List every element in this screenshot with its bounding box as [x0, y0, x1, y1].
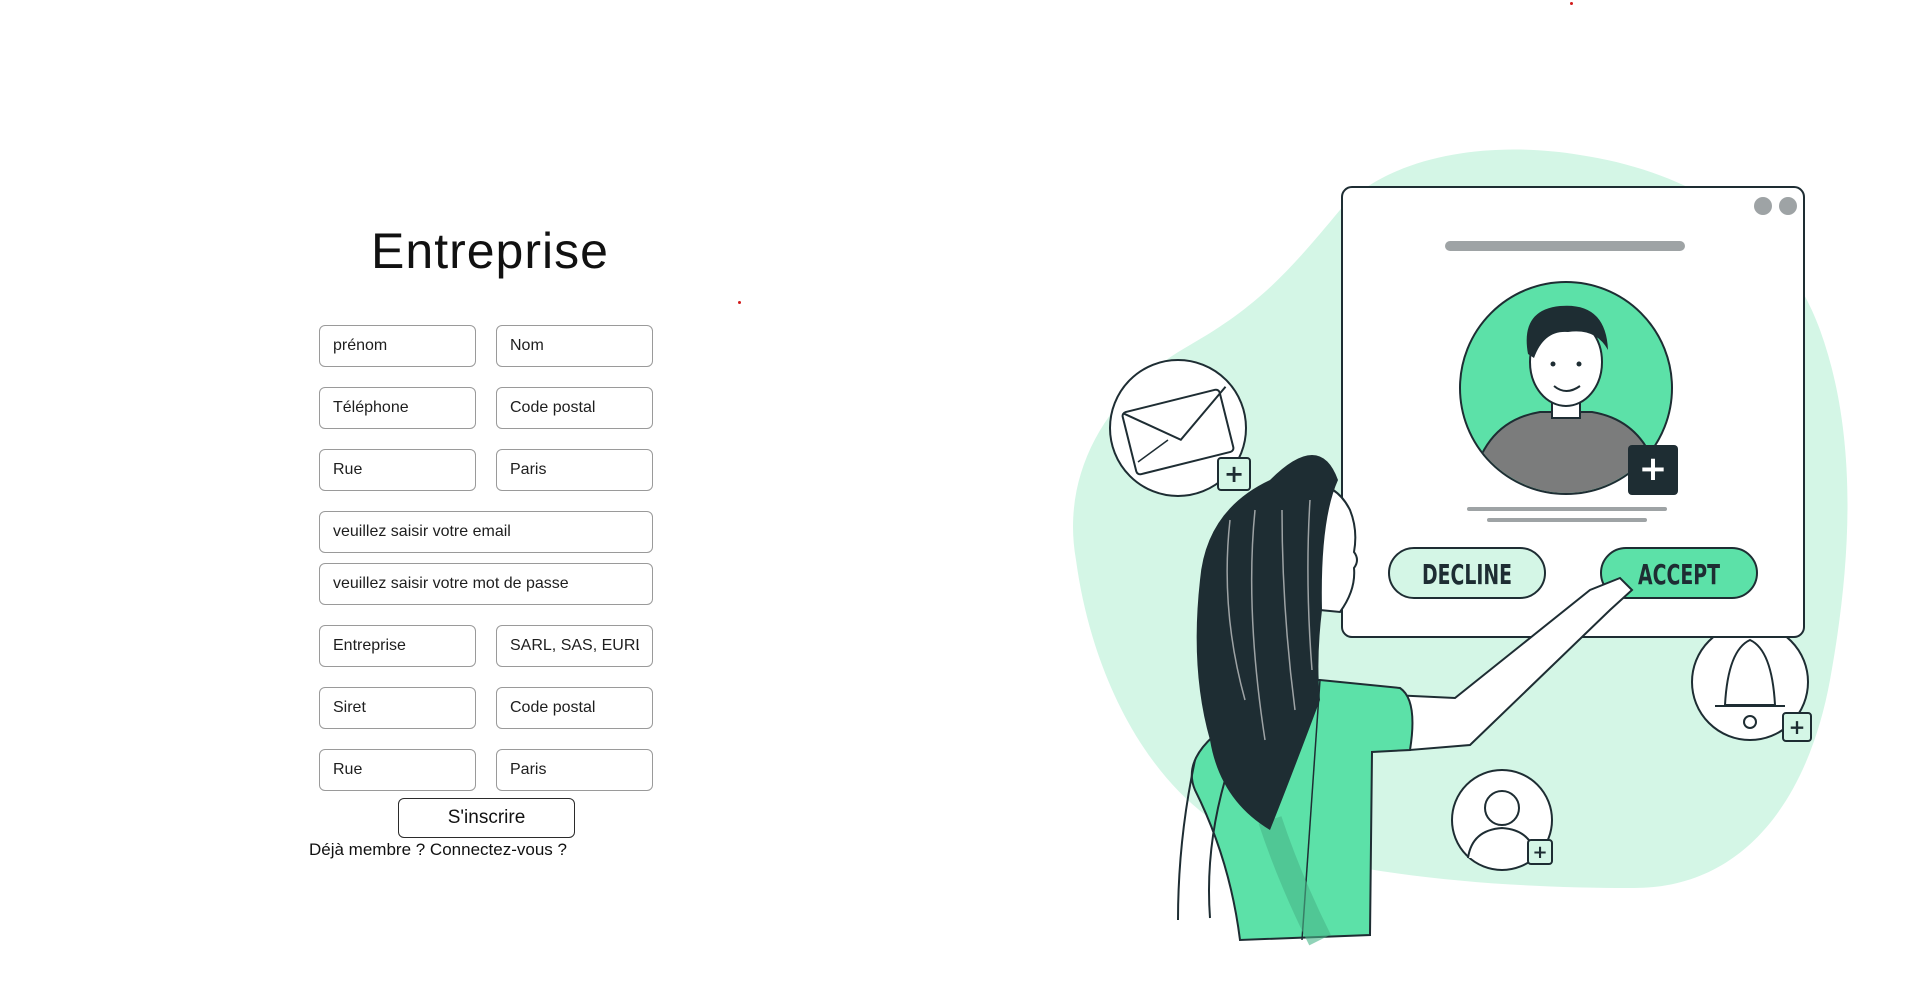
- city-input[interactable]: [496, 449, 653, 491]
- login-link[interactable]: Déjà membre ? Connectez-vous ?: [309, 840, 593, 860]
- company-street-input[interactable]: [319, 749, 476, 791]
- stray-dot: [1570, 2, 1573, 5]
- siret-input[interactable]: [319, 687, 476, 729]
- signup-button[interactable]: S'inscrire: [398, 798, 575, 838]
- legal-form-input[interactable]: [496, 625, 653, 667]
- company-name-input[interactable]: [319, 625, 476, 667]
- stray-dot: [738, 301, 741, 304]
- svg-text:+: +: [1532, 842, 1547, 863]
- email-input[interactable]: [319, 511, 653, 553]
- user-icon: +: [1451, 769, 1553, 871]
- svg-text:+: +: [1224, 460, 1244, 488]
- profile-card-window: + DECLINE ACCEPT: [1341, 186, 1805, 638]
- svg-text:+: +: [1789, 715, 1806, 739]
- password-input[interactable]: [319, 563, 653, 605]
- phone-input[interactable]: [319, 387, 476, 429]
- decline-label: DECLINE: [1422, 558, 1512, 591]
- postal-code-input[interactable]: [496, 387, 653, 429]
- company-city-input[interactable]: [496, 749, 653, 791]
- friend-request-illustration: + + + + DECLINE ACCEPT: [1073, 149, 1848, 946]
- decline-button: DECLINE: [1388, 547, 1546, 599]
- lastname-input[interactable]: [496, 325, 653, 367]
- company-postal-code-input[interactable]: [496, 687, 653, 729]
- page-title: Entreprise: [371, 223, 609, 279]
- street-input[interactable]: [319, 449, 476, 491]
- firstname-input[interactable]: [319, 325, 476, 367]
- svg-text:+: +: [1639, 449, 1668, 489]
- accept-label: ACCEPT: [1638, 558, 1720, 591]
